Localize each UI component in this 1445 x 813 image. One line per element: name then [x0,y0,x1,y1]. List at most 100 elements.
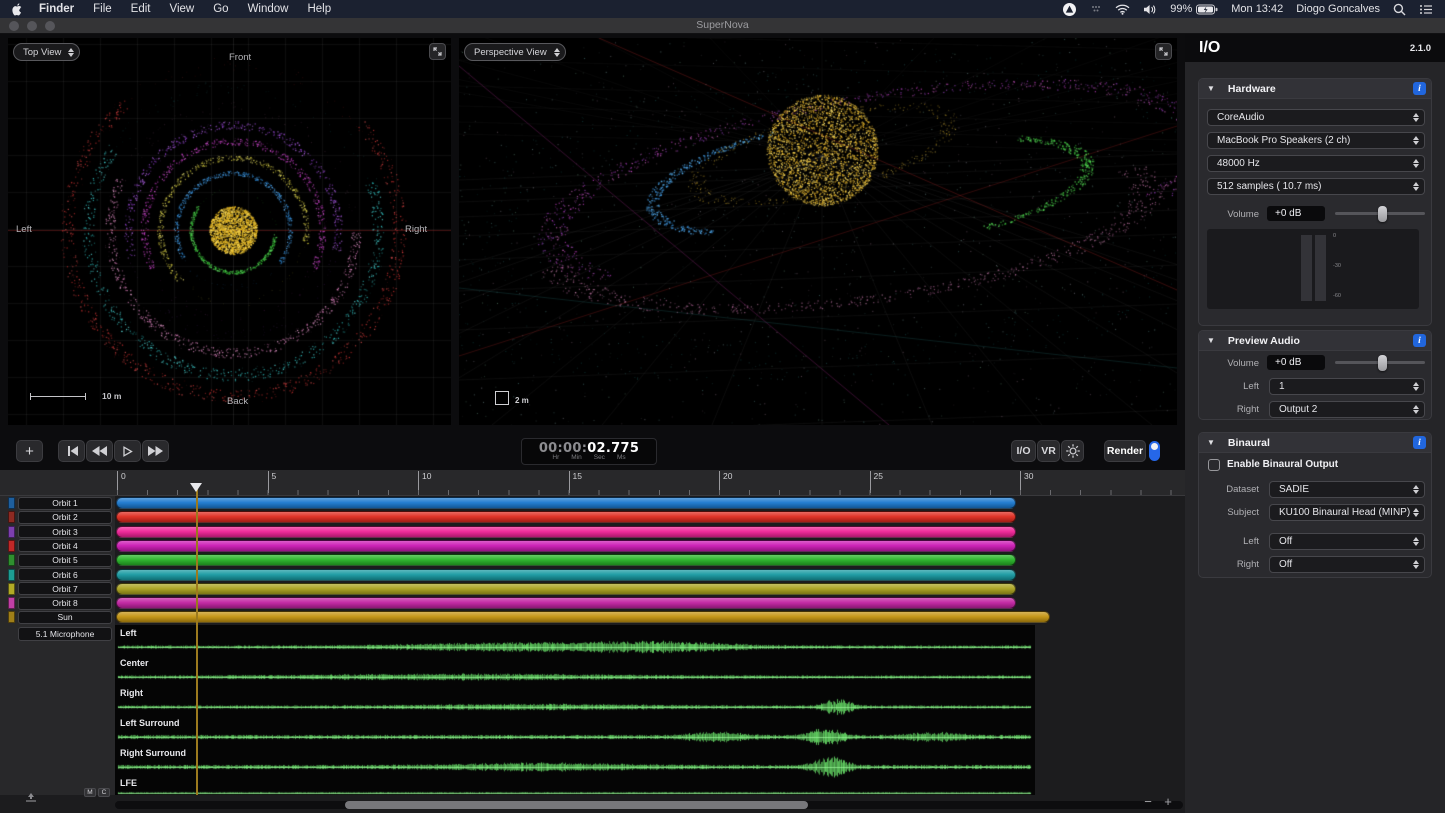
mute-button[interactable]: M [84,788,96,797]
perspective-view-selector[interactable]: Perspective View [464,43,566,61]
binaural-right-dropdown[interactable]: Off [1269,556,1425,573]
import-icon[interactable] [25,789,37,807]
track-name[interactable]: Orbit 5 [18,554,112,567]
binaural-section-header[interactable]: ▼ Binaural i [1199,433,1431,453]
audio-driver-dropdown[interactable]: CoreAudio [1207,109,1425,126]
hardware-section-header[interactable]: ▼ Hardware i [1199,79,1431,99]
settings-gear-button[interactable] [1061,440,1084,462]
track-name[interactable]: Orbit 7 [18,582,112,595]
battery-status[interactable]: 99% [1170,3,1218,15]
track-clip[interactable] [116,497,1017,509]
skip-to-start-button[interactable] [58,440,85,462]
track-clip[interactable] [116,597,1017,609]
track-name[interactable]: Orbit 6 [18,568,112,581]
perspective-viewport[interactable]: Perspective View 2 m [459,38,1177,425]
add-track-button[interactable]: + [16,440,43,462]
top-view-selector[interactable]: Top View [13,43,80,61]
menu-item-edit[interactable]: Edit [131,3,151,15]
track-name[interactable]: Orbit 2 [18,511,112,524]
track-clip[interactable] [116,554,1017,566]
app-status-icon[interactable] [1062,2,1077,17]
track-name-microphone[interactable]: 5.1 Microphone [18,627,112,641]
control-center-icon[interactable] [1419,4,1433,15]
expand-viewport-icon[interactable] [1155,43,1172,60]
disclosure-triangle-icon[interactable]: ▼ [1207,438,1215,447]
apple-menu-icon[interactable] [12,3,23,16]
menu-app-name[interactable]: Finder [39,3,74,15]
timeline-panel: 051015202530 M C − + Orbit 1Orbit 2Orbit… [0,470,1185,813]
wifi-icon[interactable] [1115,4,1130,15]
spotlight-search-icon[interactable] [1393,3,1406,16]
track-name[interactable]: Orbit 3 [18,525,112,538]
dropdown-stepper-icon [1413,182,1419,191]
timeline-zoom-in-button[interactable]: + [1161,794,1175,809]
menu-item-help[interactable]: Help [307,3,331,15]
preview-audio-section-header[interactable]: ▼ Preview Audio i [1199,331,1431,351]
preview-volume-slider-thumb[interactable] [1378,355,1387,371]
binaural-section-title: Binaural [1228,437,1270,449]
render-button[interactable]: Render [1104,440,1146,462]
horizontal-scrollbar-thumb[interactable] [345,801,808,809]
audio-device-dropdown[interactable]: MacBook Pro Speakers (2 ch) [1207,132,1425,149]
subject-dropdown[interactable]: KU100 Binaural Head (MINP) [1269,504,1425,521]
fast-forward-button[interactable] [142,440,169,462]
track-clip[interactable] [116,583,1017,595]
enable-binaural-label: Enable Binaural Output [1227,459,1338,470]
preview-volume-field[interactable]: +0 dB [1267,355,1325,370]
playhead-marker[interactable] [190,483,202,492]
disclosure-triangle-icon[interactable]: ▼ [1207,84,1215,93]
io-panel-button[interactable]: I/O [1011,440,1036,462]
center-button[interactable]: C [98,788,110,797]
track-clip[interactable] [116,611,1051,623]
playhead-line[interactable] [196,483,198,795]
binaural-left-dropdown[interactable]: Off [1269,533,1425,550]
menu-item-go[interactable]: Go [213,3,228,15]
hardware-volume-field[interactable]: +0 dB [1267,206,1325,221]
enable-binaural-checkbox[interactable] [1208,459,1220,471]
audio-driver-value: CoreAudio [1217,112,1413,123]
info-icon[interactable]: i [1413,436,1426,449]
track-name[interactable]: Orbit 8 [18,597,112,610]
buffer-size-dropdown[interactable]: 512 samples ( 10.7 ms) [1207,178,1425,195]
timeline-zoom-out-button[interactable]: − [1141,794,1155,809]
volume-icon[interactable] [1143,4,1157,15]
top-view-canvas[interactable] [8,38,451,425]
io-side-panel: I/O 2.1.0 ▼ Hardware i CoreAudio MacBook… [1185,34,1445,813]
ruler-tick-label: 15 [569,471,582,493]
perspective-canvas[interactable] [459,38,1177,425]
menu-item-window[interactable]: Window [248,3,289,15]
preview-right-output-dropdown[interactable]: Output 2 [1269,401,1425,418]
info-icon[interactable]: i [1413,82,1426,95]
preview-right-label: Right [1199,404,1259,415]
user-name-label[interactable]: Diogo Goncalves [1296,3,1380,15]
track-clip[interactable] [116,569,1017,581]
render-toggle-switch[interactable] [1149,441,1160,461]
dataset-dropdown[interactable]: SADIE [1269,481,1425,498]
selector-stepper-icon [68,48,74,57]
preview-left-output-dropdown[interactable]: 1 [1269,378,1425,395]
rewind-button[interactable] [86,440,113,462]
buffer-size-value: 512 samples ( 10.7 ms) [1217,181,1413,192]
expand-viewport-icon[interactable] [429,43,446,60]
menu-item-file[interactable]: File [93,3,112,15]
track-name[interactable]: Orbit 1 [18,497,112,510]
clock-label[interactable]: Mon 13:42 [1231,3,1283,15]
track-clip[interactable] [116,526,1017,538]
disclosure-triangle-icon[interactable]: ▼ [1207,336,1215,345]
timecode-display[interactable]: 00:00:02.775 Hr Min Sec Ms [521,438,657,465]
track-clip[interactable] [116,511,1017,523]
top-view-viewport[interactable]: Top View Front Left Right Back 10 m [8,38,451,425]
hardware-volume-slider-thumb[interactable] [1378,206,1387,222]
track-name[interactable]: Sun [18,611,112,624]
keyboard-brightness-icon[interactable] [1090,3,1102,15]
vr-button[interactable]: VR [1037,440,1060,462]
timeline-ruler[interactable]: 051015202530 [115,470,1185,496]
menu-item-view[interactable]: View [170,3,195,15]
sample-rate-dropdown[interactable]: 48000 Hz [1207,155,1425,172]
play-button[interactable] [114,440,141,462]
microphone-waveform-clip[interactable] [115,625,1035,795]
track-color-chip [8,554,15,566]
track-name[interactable]: Orbit 4 [18,539,112,552]
track-clip[interactable] [116,540,1017,552]
info-icon[interactable]: i [1413,334,1426,347]
